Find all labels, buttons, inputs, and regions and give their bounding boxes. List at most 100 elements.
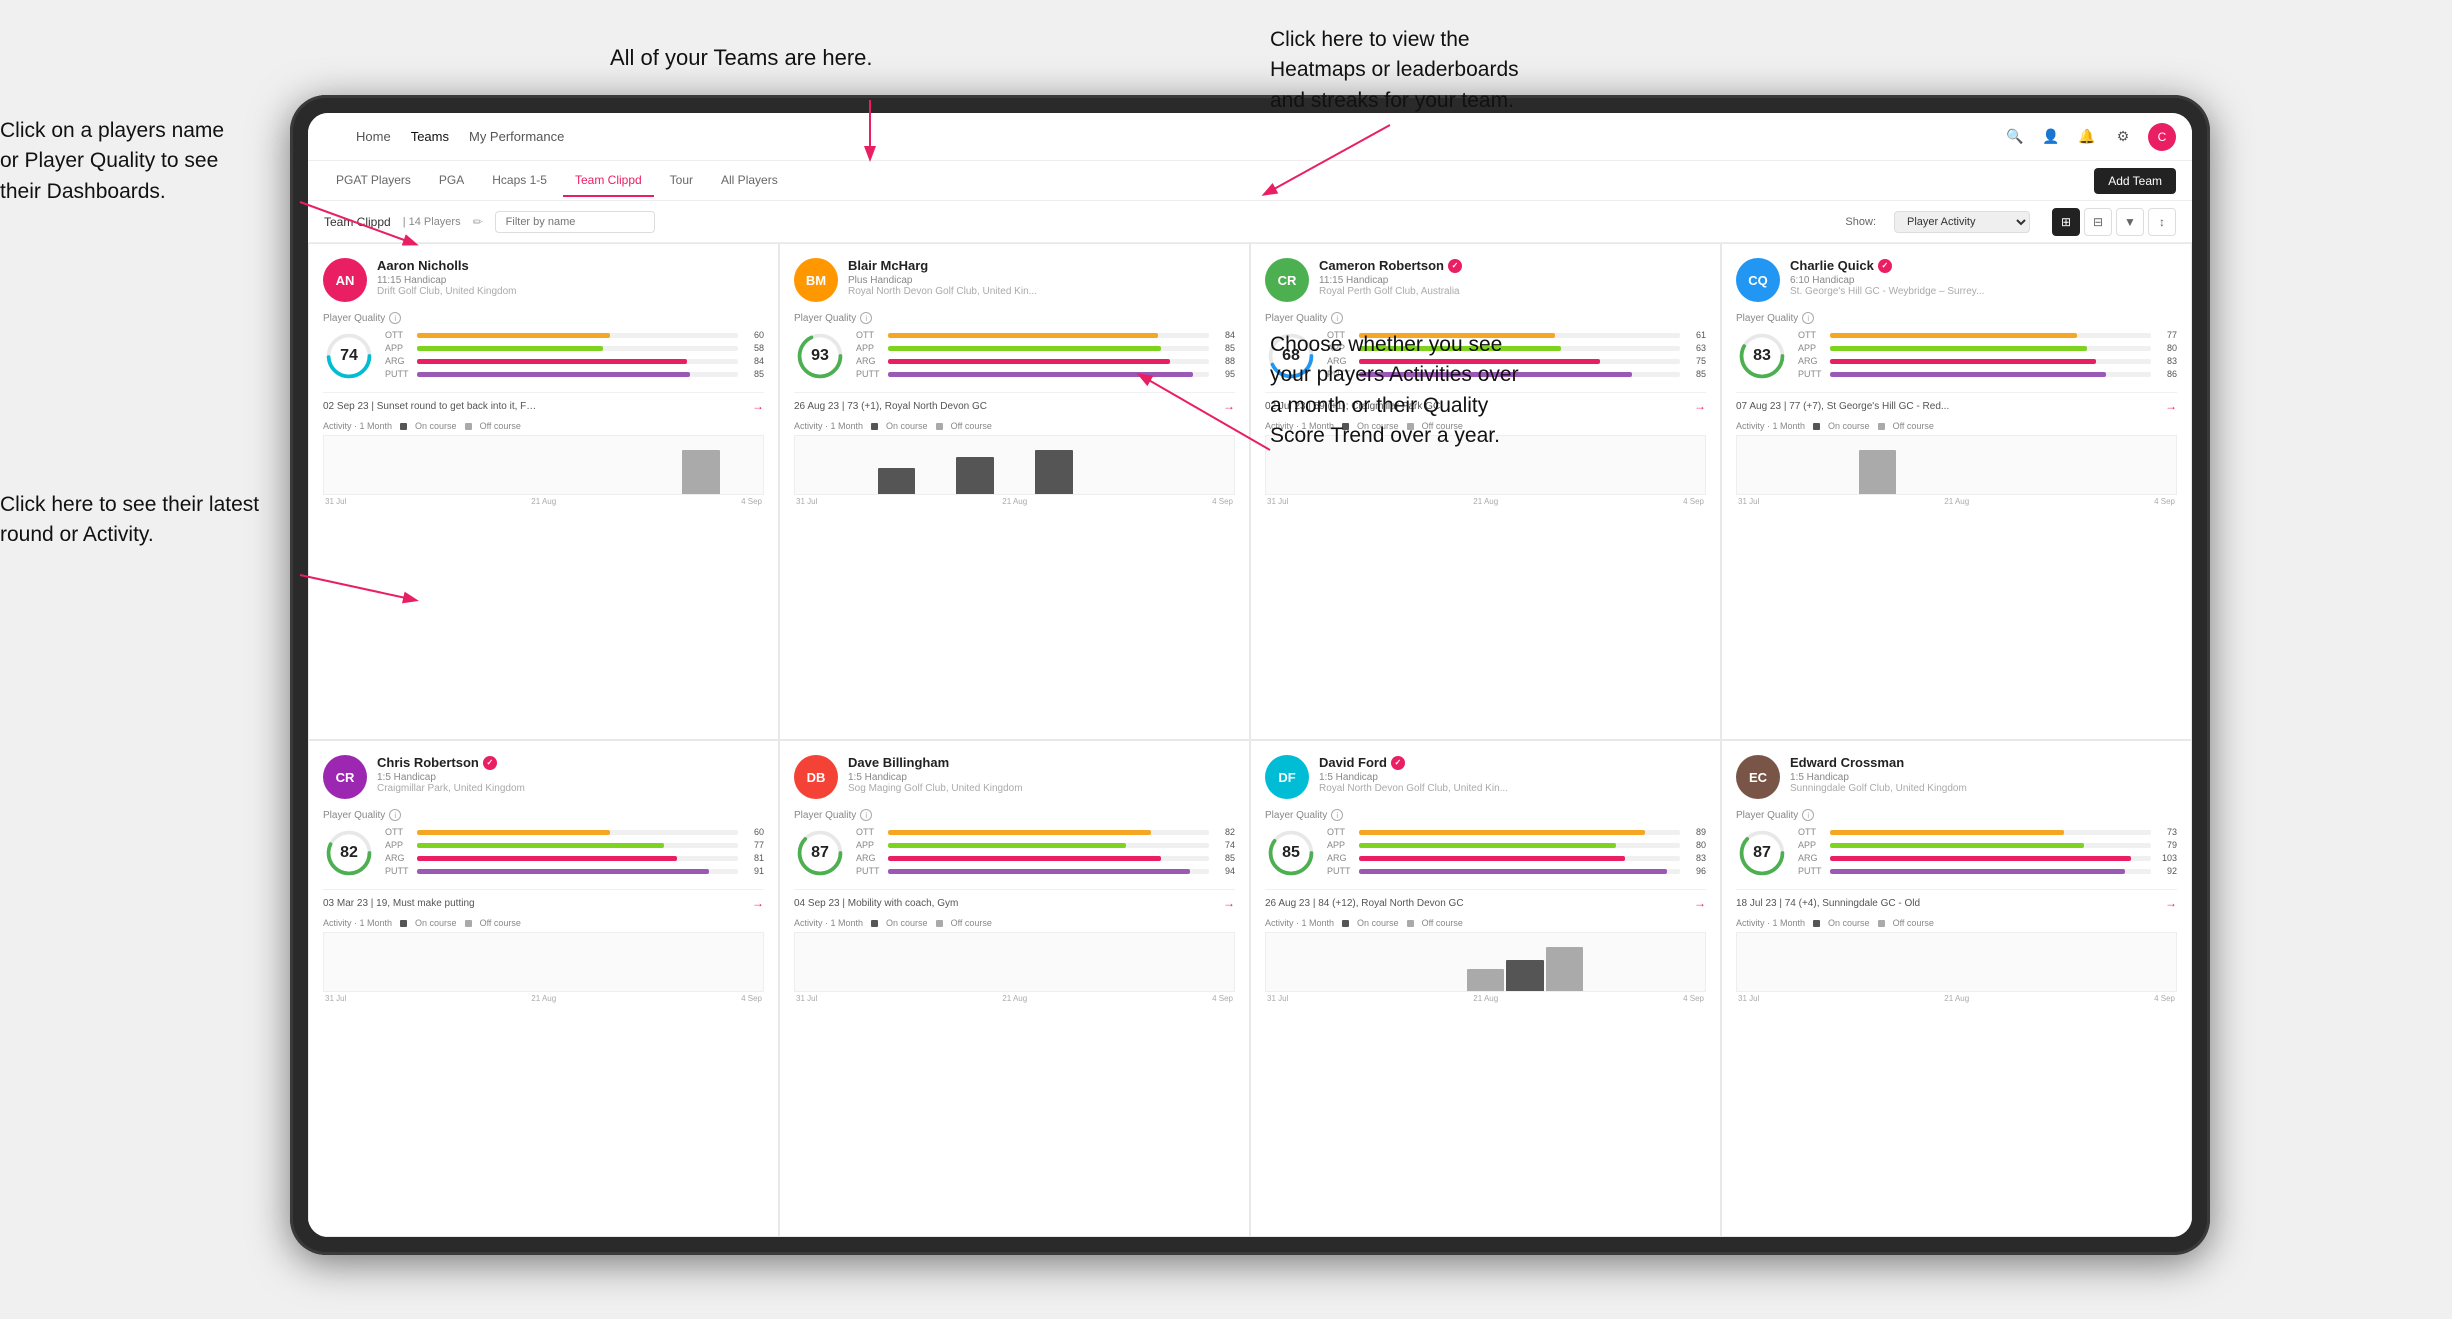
info-icon[interactable]: i [860, 312, 872, 324]
latest-round[interactable]: 02 Sep 23 | Sunset round to get back int… [323, 392, 764, 413]
player-name[interactable]: Chris Robertson ✓ [377, 755, 764, 770]
player-name[interactable]: Charlie Quick ✓ [1790, 258, 2177, 273]
add-team-button[interactable]: Add Team [2094, 168, 2176, 194]
tab-team-clippd[interactable]: Team Clippd [563, 165, 654, 197]
quality-content[interactable]: 93 OTT 84 APP 85 ARG [794, 330, 1235, 382]
score-circle[interactable]: 82 [323, 827, 375, 879]
nav-home[interactable]: Home [356, 125, 391, 148]
grid-large-icon[interactable]: ⊞ [2052, 208, 2080, 236]
player-avatar[interactable]: EC [1736, 755, 1780, 799]
player-avatar[interactable]: AN [323, 258, 367, 302]
player-avatar[interactable]: DB [794, 755, 838, 799]
stat-label: ARG [385, 356, 413, 366]
info-icon[interactable]: i [1331, 809, 1343, 821]
player-name[interactable]: Aaron Nicholls [377, 258, 764, 273]
stat-row: ARG 83 [1798, 356, 2177, 366]
offcourse-legend [465, 920, 472, 927]
arrow-right-icon[interactable]: → [1694, 896, 1706, 910]
score-circle[interactable]: 87 [1736, 827, 1788, 879]
nav-teams[interactable]: Teams [411, 125, 449, 148]
score-circle[interactable]: 74 [323, 330, 375, 382]
search-icon[interactable]: 🔍 [2004, 126, 2026, 148]
chart-bar [1546, 947, 1583, 991]
stat-value: 84 [742, 356, 764, 366]
player-name[interactable]: Blair McHarg [848, 258, 1235, 273]
info-icon[interactable]: i [1802, 809, 1814, 821]
stat-bar-container [1359, 843, 1680, 848]
tab-hcaps[interactable]: Hcaps 1-5 [480, 165, 559, 197]
latest-round[interactable]: 18 Jul 23 | 74 (+4), Sunningdale GC - Ol… [1736, 889, 2177, 910]
latest-round[interactable]: 07 Aug 23 | 77 (+7), St George's Hill GC… [1736, 392, 2177, 413]
stat-value: 77 [2155, 330, 2177, 340]
oncourse-label: On course [886, 421, 928, 431]
player-card: EC Edward Crossman 1:5 Handicap Sunningd… [1721, 740, 2192, 1237]
nav-my-performance[interactable]: My Performance [469, 125, 564, 148]
player-avatar[interactable]: CR [323, 755, 367, 799]
player-avatar[interactable]: CR [1265, 258, 1309, 302]
score-circle[interactable]: 87 [794, 827, 846, 879]
grid-small-icon[interactable]: ⊟ [2084, 208, 2112, 236]
quality-content[interactable]: 83 OTT 77 APP 80 ARG [1736, 330, 2177, 382]
info-icon[interactable]: i [860, 809, 872, 821]
player-name[interactable]: Dave Billingham [848, 755, 1235, 770]
bell-icon[interactable]: 🔔 [2076, 126, 2098, 148]
oncourse-label: On course [1828, 918, 1870, 928]
edit-icon[interactable]: ✏ [473, 215, 483, 229]
filter-icon[interactable]: ▼ [2116, 208, 2144, 236]
player-name[interactable]: Edward Crossman [1790, 755, 2177, 770]
avatar-icon[interactable]: C [2148, 123, 2176, 151]
stat-bar-container [888, 843, 1209, 848]
quality-content[interactable]: 74 OTT 60 APP 58 ARG [323, 330, 764, 382]
stat-bar [417, 830, 610, 835]
tab-tour[interactable]: Tour [658, 165, 705, 197]
arrow-right-icon[interactable]: → [2165, 896, 2177, 910]
stat-bar-container [1830, 359, 2151, 364]
arrow-right-icon[interactable]: → [752, 399, 764, 413]
tab-pgat[interactable]: PGAT Players [324, 165, 423, 197]
player-avatar[interactable]: CQ [1736, 258, 1780, 302]
latest-round[interactable]: 03 Mar 23 | 19, Must make putting → [323, 889, 764, 910]
activity-section: Activity · 1 Month On course Off course … [794, 421, 1235, 506]
stat-row: OTT 77 [1798, 330, 2177, 340]
oncourse-label: On course [886, 918, 928, 928]
info-icon[interactable]: i [389, 809, 401, 821]
stat-value: 85 [1213, 343, 1235, 353]
quality-content[interactable]: 85 OTT 89 APP 80 ARG [1265, 827, 1706, 879]
arrow-right-icon[interactable]: → [752, 896, 764, 910]
quality-content[interactable]: 82 OTT 60 APP 77 ARG [323, 827, 764, 879]
player-avatar[interactable]: DF [1265, 755, 1309, 799]
score-circle[interactable]: 93 [794, 330, 846, 382]
quality-content[interactable]: 87 OTT 82 APP 74 ARG [794, 827, 1235, 879]
user-icon[interactable]: 👤 [2040, 126, 2062, 148]
activity-label: Activity · 1 Month On course Off course [1736, 421, 2177, 431]
info-icon[interactable]: i [1802, 312, 1814, 324]
info-icon[interactable]: i [1331, 312, 1343, 324]
player-avatar[interactable]: BM [794, 258, 838, 302]
chart-date: 4 Sep [2154, 994, 2175, 1003]
player-name[interactable]: Cameron Robertson ✓ [1319, 258, 1706, 273]
quality-section: Player Quality i 93 OTT 84 [794, 312, 1235, 382]
arrow-right-icon[interactable]: → [1223, 399, 1235, 413]
arrow-right-icon[interactable]: → [2165, 399, 2177, 413]
stat-bar-container [1830, 843, 2151, 848]
verified-icon: ✓ [1878, 259, 1892, 273]
score-circle[interactable]: 83 [1736, 330, 1788, 382]
player-name[interactable]: David Ford ✓ [1319, 755, 1706, 770]
filter-input[interactable] [495, 211, 655, 233]
tab-pga[interactable]: PGA [427, 165, 476, 197]
stats-bars: OTT 73 APP 79 ARG 103 P [1798, 827, 2177, 879]
settings-icon[interactable]: ⚙ [2112, 126, 2134, 148]
show-select[interactable]: Player Activity Quality Score Trend [1894, 211, 2030, 233]
info-icon[interactable]: i [389, 312, 401, 324]
team-count: | 14 Players [403, 216, 461, 228]
latest-round[interactable]: 26 Aug 23 | 73 (+1), Royal North Devon G… [794, 392, 1235, 413]
annotation-heatmaps: Click here to view theHeatmaps or leader… [1270, 25, 1519, 116]
tab-all-players[interactable]: All Players [709, 165, 790, 197]
latest-round[interactable]: 04 Sep 23 | Mobility with coach, Gym → [794, 889, 1235, 910]
arrow-right-icon[interactable]: → [1694, 399, 1706, 413]
latest-round[interactable]: 26 Aug 23 | 84 (+12), Royal North Devon … [1265, 889, 1706, 910]
sort-icon[interactable]: ↕ [2148, 208, 2176, 236]
quality-content[interactable]: 87 OTT 73 APP 79 ARG [1736, 827, 2177, 879]
arrow-right-icon[interactable]: → [1223, 896, 1235, 910]
score-circle[interactable]: 85 [1265, 827, 1317, 879]
